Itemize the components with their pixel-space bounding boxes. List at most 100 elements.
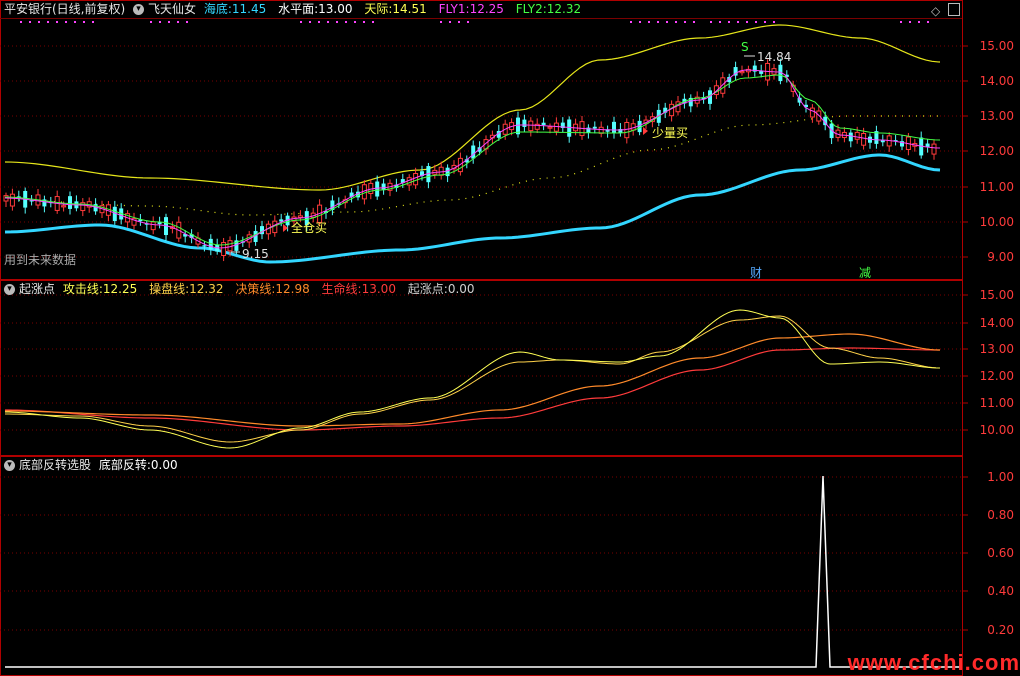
pane2-tick: 12.00: [979, 369, 1014, 383]
signal-dot: [684, 21, 686, 23]
indicator-menu-icon[interactable]: ▾: [4, 460, 15, 471]
candle-body-up: [553, 122, 559, 132]
dibufanzhuan-pane[interactable]: ▾ 底部反转选股 底部反转:0.00 1.00 0.80 0.60 0.40 0.…: [0, 456, 1020, 676]
legend-fly1: FLY1:12.25: [438, 2, 504, 16]
bottom-reversal-signal-line: [5, 475, 962, 668]
price-tick: 10.00: [979, 215, 1014, 229]
candle-body-up: [861, 132, 867, 146]
signal-dot: [746, 21, 748, 23]
signal-dot: [300, 21, 302, 23]
signal-dot: [719, 21, 721, 23]
signal-dot: [773, 21, 775, 23]
expand-panel-icon[interactable]: [948, 3, 960, 16]
pane-frame: [0, 456, 963, 676]
dibufanzhuan-header: ▾ 底部反转选股 底部反转:0.00: [0, 456, 186, 474]
buy-all-signal: 全仓买: [291, 221, 328, 235]
signal-dot: [737, 21, 739, 23]
pane3-tick: 0.20: [987, 623, 1014, 637]
decision-line: [4, 333, 941, 427]
legend-shuipingmian: 水平面:13.00: [278, 2, 353, 16]
sky-line: [4, 24, 941, 191]
signal-dot: [327, 21, 329, 23]
main-chart-header: 平安银行(日线,前复权) ▾ 飞天仙女 海底:11.45 水平面:13.00 天际…: [0, 0, 589, 18]
finance-event-tag[interactable]: 财: [750, 264, 762, 281]
signal-dot: [630, 21, 632, 23]
candle-body-up: [809, 107, 815, 118]
signal-dot: [159, 21, 161, 23]
water-level-line: [4, 115, 940, 216]
pane2-name[interactable]: 起涨点: [19, 282, 55, 296]
legend-dibufanzhuan: 底部反转:0.00: [98, 458, 178, 472]
price-tick: 12.00: [979, 144, 1014, 158]
signal-dot: [354, 21, 356, 23]
candle-body-down: [592, 126, 597, 129]
signal-dot: [318, 21, 320, 23]
candle-body-up: [669, 103, 675, 117]
signal-dot: [639, 21, 641, 23]
candle-body-down: [522, 119, 527, 127]
sell-signal-mark: S: [741, 40, 749, 54]
signal-dot: [345, 21, 347, 23]
signal-dot: [449, 21, 451, 23]
candle-body-down: [157, 222, 162, 225]
future-data-label: 用到未来数据: [4, 253, 77, 267]
signal-dot: [168, 21, 170, 23]
signal-dot: [65, 21, 67, 23]
pane3-name[interactable]: 底部反转选股: [19, 458, 91, 472]
diamond-icon[interactable]: ◇: [931, 4, 940, 18]
signal-dot: [675, 21, 677, 23]
trading-line: [4, 315, 941, 443]
main-chart-pane[interactable]: 平安银行(日线,前复权) ▾ 飞天仙女 海底:11.45 水平面:13.00 天际…: [0, 0, 1020, 280]
signal-dot: [38, 21, 40, 23]
pane3-tick: 1.00: [987, 470, 1014, 484]
candle-body-down: [612, 121, 616, 134]
price-tick: 9.00: [987, 250, 1014, 264]
signal-dot: [309, 21, 311, 23]
attack-line: [4, 309, 941, 449]
pane2-tick: 10.00: [979, 423, 1014, 437]
candle-body-down: [445, 167, 450, 177]
legend-gongji: 攻击线:12.25: [62, 282, 138, 296]
indicator-name[interactable]: 飞天仙女: [148, 2, 196, 16]
pane2-tick: 13.00: [979, 342, 1014, 356]
pane3-tick: 0.60: [987, 546, 1014, 560]
legend-qizhang: 起涨点:0.00: [407, 282, 475, 296]
qizhangdian-pane[interactable]: ▾ 起涨点 攻击线:12.25 操盘线:12.32 决策线:12.98 生命线:1…: [0, 280, 1020, 456]
signal-dot: [372, 21, 374, 23]
candle-body-up: [528, 120, 534, 132]
price-tick: 14.00: [979, 74, 1014, 88]
candle-body-down: [880, 140, 885, 143]
signal-dot: [29, 21, 31, 23]
buy-small-signal: 少量买: [652, 126, 689, 140]
low-price-mark: 9.15: [242, 247, 269, 261]
signal-dot: [83, 21, 85, 23]
candle-body-up: [413, 173, 419, 186]
signal-dot: [900, 21, 902, 23]
signal-dot: [693, 21, 695, 23]
signal-dot: [74, 21, 76, 23]
pane2-tick: 11.00: [979, 396, 1014, 410]
candle-body-up: [931, 143, 937, 155]
candle-body-down: [381, 183, 386, 190]
candle-body-up: [547, 126, 553, 129]
signal-dot: [186, 21, 188, 23]
reduce-event-tag[interactable]: 减: [859, 264, 871, 281]
indicator-menu-icon[interactable]: ▾: [4, 284, 15, 295]
legend-haidi: 海底:11.45: [203, 2, 267, 16]
candle-body-up: [9, 193, 15, 207]
signal-dot: [918, 21, 920, 23]
pane2-tick: 15.00: [979, 288, 1014, 302]
price-tick: 15.00: [979, 39, 1014, 53]
signal-dot: [710, 21, 712, 23]
dibufanzhuan-svg: [0, 456, 968, 676]
candle-body-down: [471, 145, 476, 159]
sea-bottom-line: [4, 153, 941, 264]
indicator-menu-icon[interactable]: ▾: [133, 4, 145, 15]
signal-dot: [363, 21, 365, 23]
legend-juece: 决策线:12.98: [235, 282, 310, 296]
signal-dot: [764, 21, 766, 23]
signal-dot: [657, 21, 659, 23]
main-chart-svg: [0, 0, 968, 280]
candle-body-up: [854, 131, 860, 140]
pane2-tick: 14.00: [979, 316, 1014, 330]
